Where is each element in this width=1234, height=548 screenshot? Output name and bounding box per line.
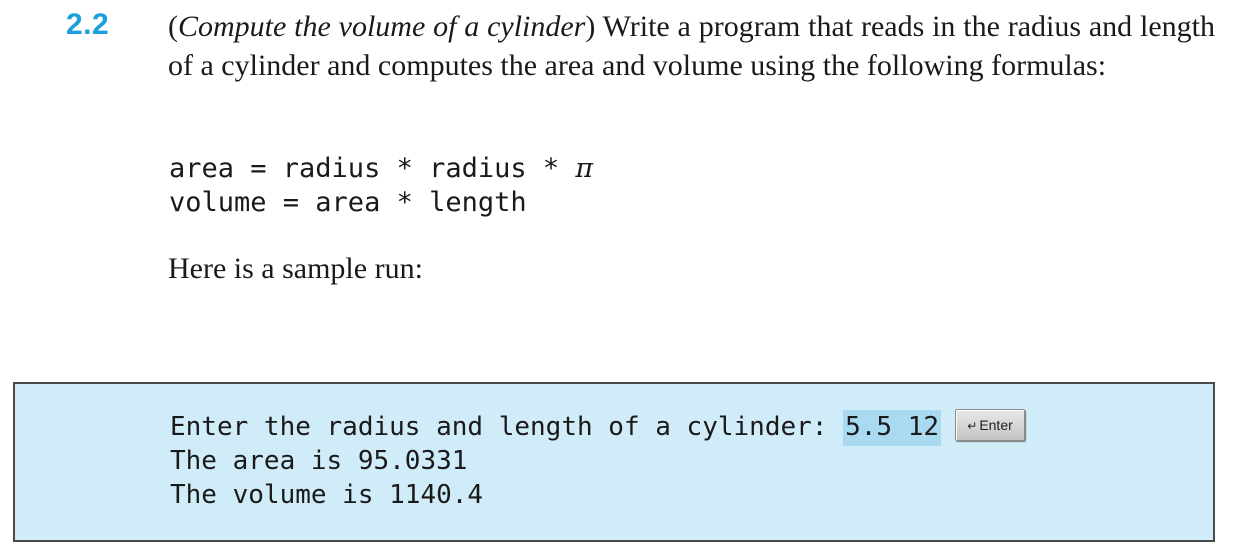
sample-run-intro: Here is a sample run:	[168, 252, 423, 285]
exercise-number: 2.2	[66, 8, 110, 41]
close-paren: )	[585, 10, 596, 43]
formula-block: area = radius * radius * π volume = area …	[169, 152, 593, 220]
console-volume-output: The volume is 1140.4	[170, 480, 484, 510]
exercise-topic: Compute the volume of a cylinder	[178, 10, 586, 43]
console-prompt: Enter the radius and length of a cylinde…	[170, 412, 844, 442]
open-paren: (	[168, 10, 178, 43]
volume-formula: volume = area * length	[169, 187, 527, 218]
enter-key-label: Enter	[979, 416, 1013, 433]
user-input: 5.5 12	[843, 410, 942, 446]
area-formula: area = radius * radius * π	[169, 152, 593, 186]
console-prompt-line: Enter the radius and length of a cylinde…	[170, 408, 1026, 446]
pi-symbol: π	[575, 153, 594, 184]
sample-run-console: Enter the radius and length of a cylinde…	[13, 382, 1215, 542]
enter-key-icon: ↵ Enter	[955, 408, 1026, 441]
console-output: Enter the radius and length of a cylinde…	[170, 408, 1026, 512]
console-area-output: The area is 95.0331	[170, 446, 468, 476]
return-arrow-icon: ↵	[967, 418, 978, 433]
area-formula-text: area = radius * radius *	[169, 153, 576, 184]
problem-statement: (Compute the volume of a cylinder) Write…	[168, 7, 1215, 85]
